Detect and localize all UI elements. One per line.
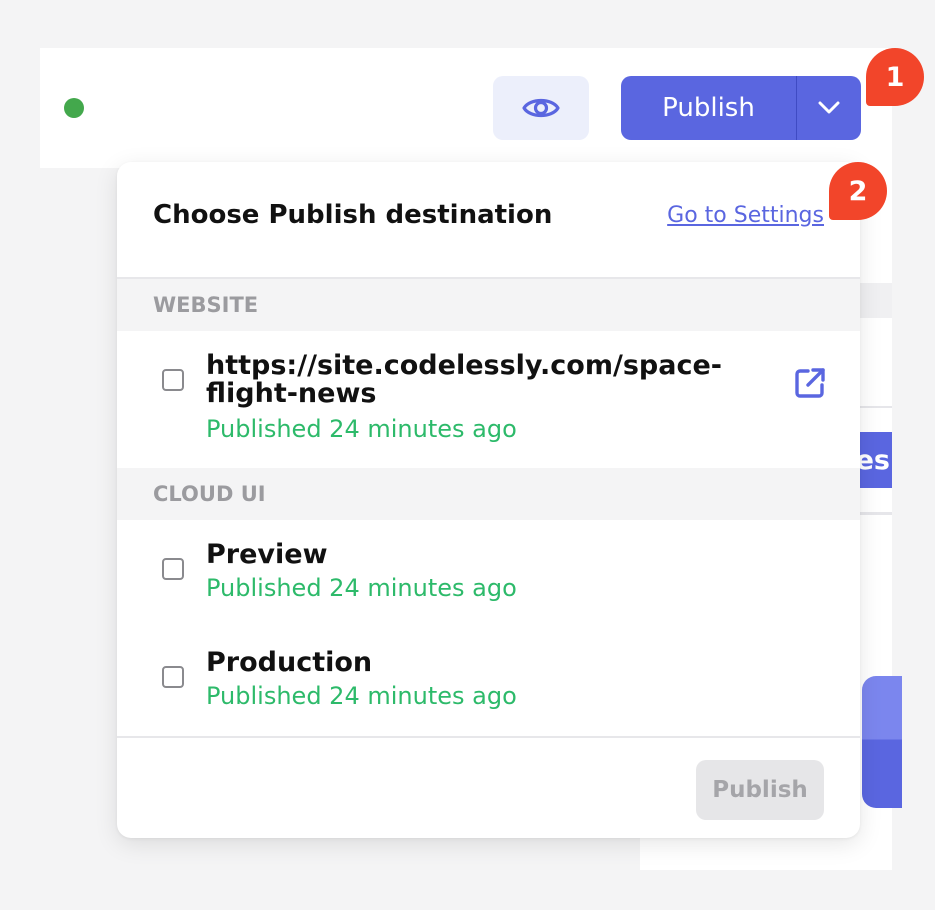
status-indicator <box>64 98 84 118</box>
production-status: Published 24 minutes ago <box>206 682 517 710</box>
external-link-icon[interactable] <box>792 365 828 401</box>
section-header-cloud-ui: CLOUD UI <box>117 468 860 520</box>
dropdown-title: Choose Publish destination <box>153 200 553 230</box>
website-checkbox[interactable] <box>162 369 184 391</box>
dropdown-header: Choose Publish destination Go to Setting… <box>117 162 860 279</box>
preview-status: Published 24 minutes ago <box>206 574 517 602</box>
chevron-down-icon <box>818 101 840 114</box>
publish-button[interactable]: Publish <box>621 76 796 140</box>
publish-dropdown-toggle[interactable] <box>797 76 861 140</box>
panel-button-label: es <box>855 444 890 476</box>
website-url: https://site.codelessly.com/space- fligh… <box>206 352 722 408</box>
go-to-settings-link[interactable]: Go to Settings <box>667 203 824 228</box>
destination-row-website: https://site.codelessly.com/space- fligh… <box>117 331 860 468</box>
website-status: Published 24 minutes ago <box>206 415 517 443</box>
production-checkbox[interactable] <box>162 666 184 688</box>
website-url-line-2: flight-news <box>206 378 377 409</box>
publish-destination-dropdown: Choose Publish destination Go to Setting… <box>117 162 860 838</box>
destination-row-preview: Preview Published 24 minutes ago <box>117 520 860 628</box>
website-url-line-1: https://site.codelessly.com/space- <box>206 350 722 381</box>
step-badge-1: 1 <box>866 48 924 106</box>
destination-row-production: Production Published 24 minutes ago <box>117 628 860 736</box>
preview-title: Preview <box>206 539 328 570</box>
panel-floating-button[interactable] <box>862 676 902 808</box>
publish-confirm-button[interactable]: Publish <box>696 760 824 820</box>
dropdown-footer: Publish <box>117 736 860 838</box>
publish-split-button: Publish <box>621 76 861 140</box>
production-title: Production <box>206 647 373 678</box>
step-badge-2: 2 <box>829 162 887 220</box>
preview-checkbox[interactable] <box>162 558 184 580</box>
preview-button[interactable] <box>493 76 589 140</box>
section-header-website: WEBSITE <box>117 279 860 331</box>
eye-icon <box>522 98 560 118</box>
